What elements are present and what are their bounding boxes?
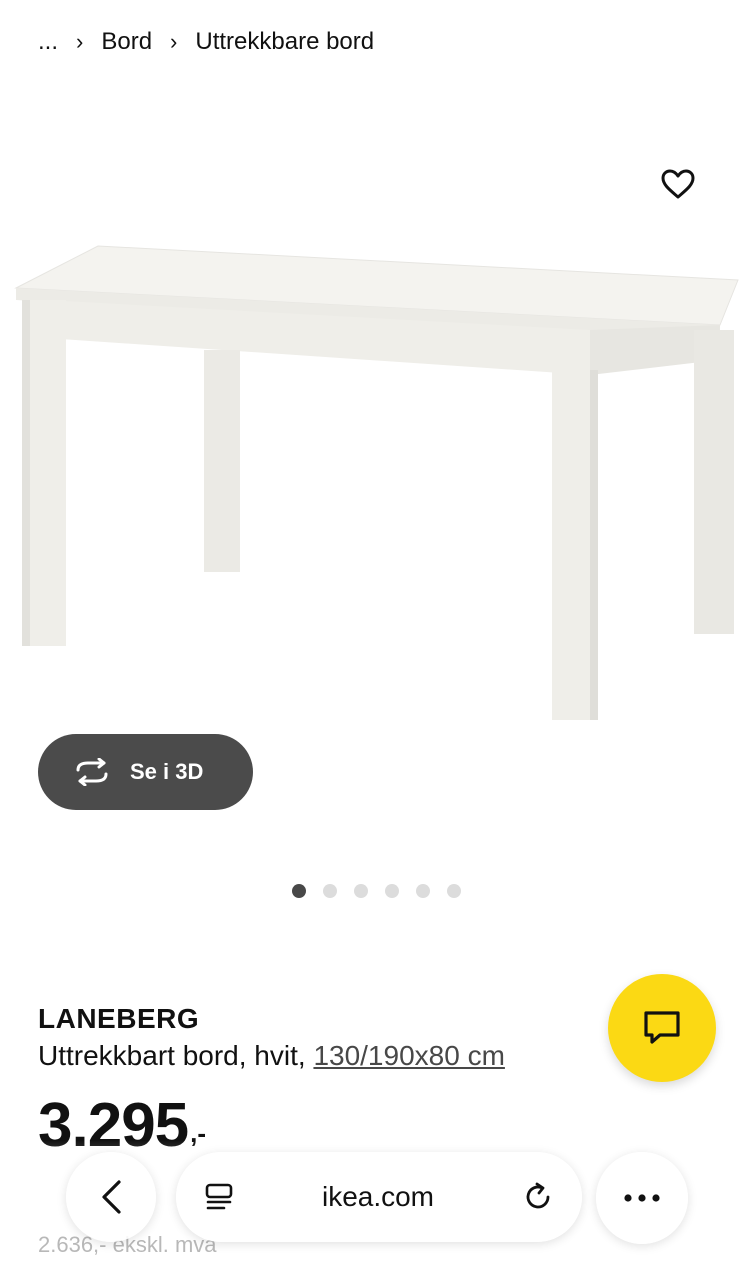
product-image[interactable] — [0, 230, 754, 740]
breadcrumb-item-bord[interactable]: Bord — [101, 28, 152, 56]
carousel-dot[interactable] — [447, 884, 461, 898]
product-dimensions-link[interactable]: 130/190x80 cm — [313, 1040, 504, 1071]
browser-back-button[interactable] — [66, 1152, 156, 1242]
heart-icon — [661, 169, 695, 199]
browser-url-text: ikea.com — [321, 1181, 435, 1212]
carousel-dot[interactable] — [323, 884, 337, 898]
reload-icon[interactable] — [522, 1181, 554, 1213]
chat-bubble-icon — [644, 1011, 680, 1044]
breadcrumb-item-uttrekkbare-bord[interactable]: Uttrekkbare bord — [195, 28, 374, 56]
more-icon — [624, 1194, 660, 1202]
product-description-text: Uttrekkbart bord, hvit, — [38, 1040, 306, 1071]
breadcrumb-ellipsis[interactable]: ... — [38, 28, 58, 56]
carousel-dot[interactable] — [292, 884, 306, 898]
chevron-left-icon — [102, 1180, 121, 1214]
chat-button[interactable] — [608, 974, 716, 1082]
tabs-icon[interactable] — [204, 1182, 234, 1212]
product-name: LANEBERG — [38, 1003, 200, 1034]
browser-more-button[interactable] — [596, 1152, 688, 1244]
favorite-button[interactable] — [656, 162, 700, 206]
carousel-dot[interactable] — [385, 884, 399, 898]
rotate-3d-icon — [72, 757, 114, 787]
breadcrumb: ... › Bord › Uttrekkbare bord — [38, 28, 374, 56]
product-description: Uttrekkbart bord, hvit, 130/190x80 cm — [38, 1040, 505, 1072]
carousel-dot[interactable] — [354, 884, 368, 898]
breadcrumb-separator: › — [76, 29, 84, 54]
carousel-pagination — [292, 884, 478, 898]
see-in-3d-button[interactable]: Se i 3D — [38, 734, 253, 810]
see-in-3d-label: Se i 3D — [130, 759, 204, 784]
browser-address-bar[interactable]: ikea.com — [176, 1152, 582, 1242]
breadcrumb-separator: › — [170, 29, 178, 54]
carousel-dot[interactable] — [416, 884, 430, 898]
